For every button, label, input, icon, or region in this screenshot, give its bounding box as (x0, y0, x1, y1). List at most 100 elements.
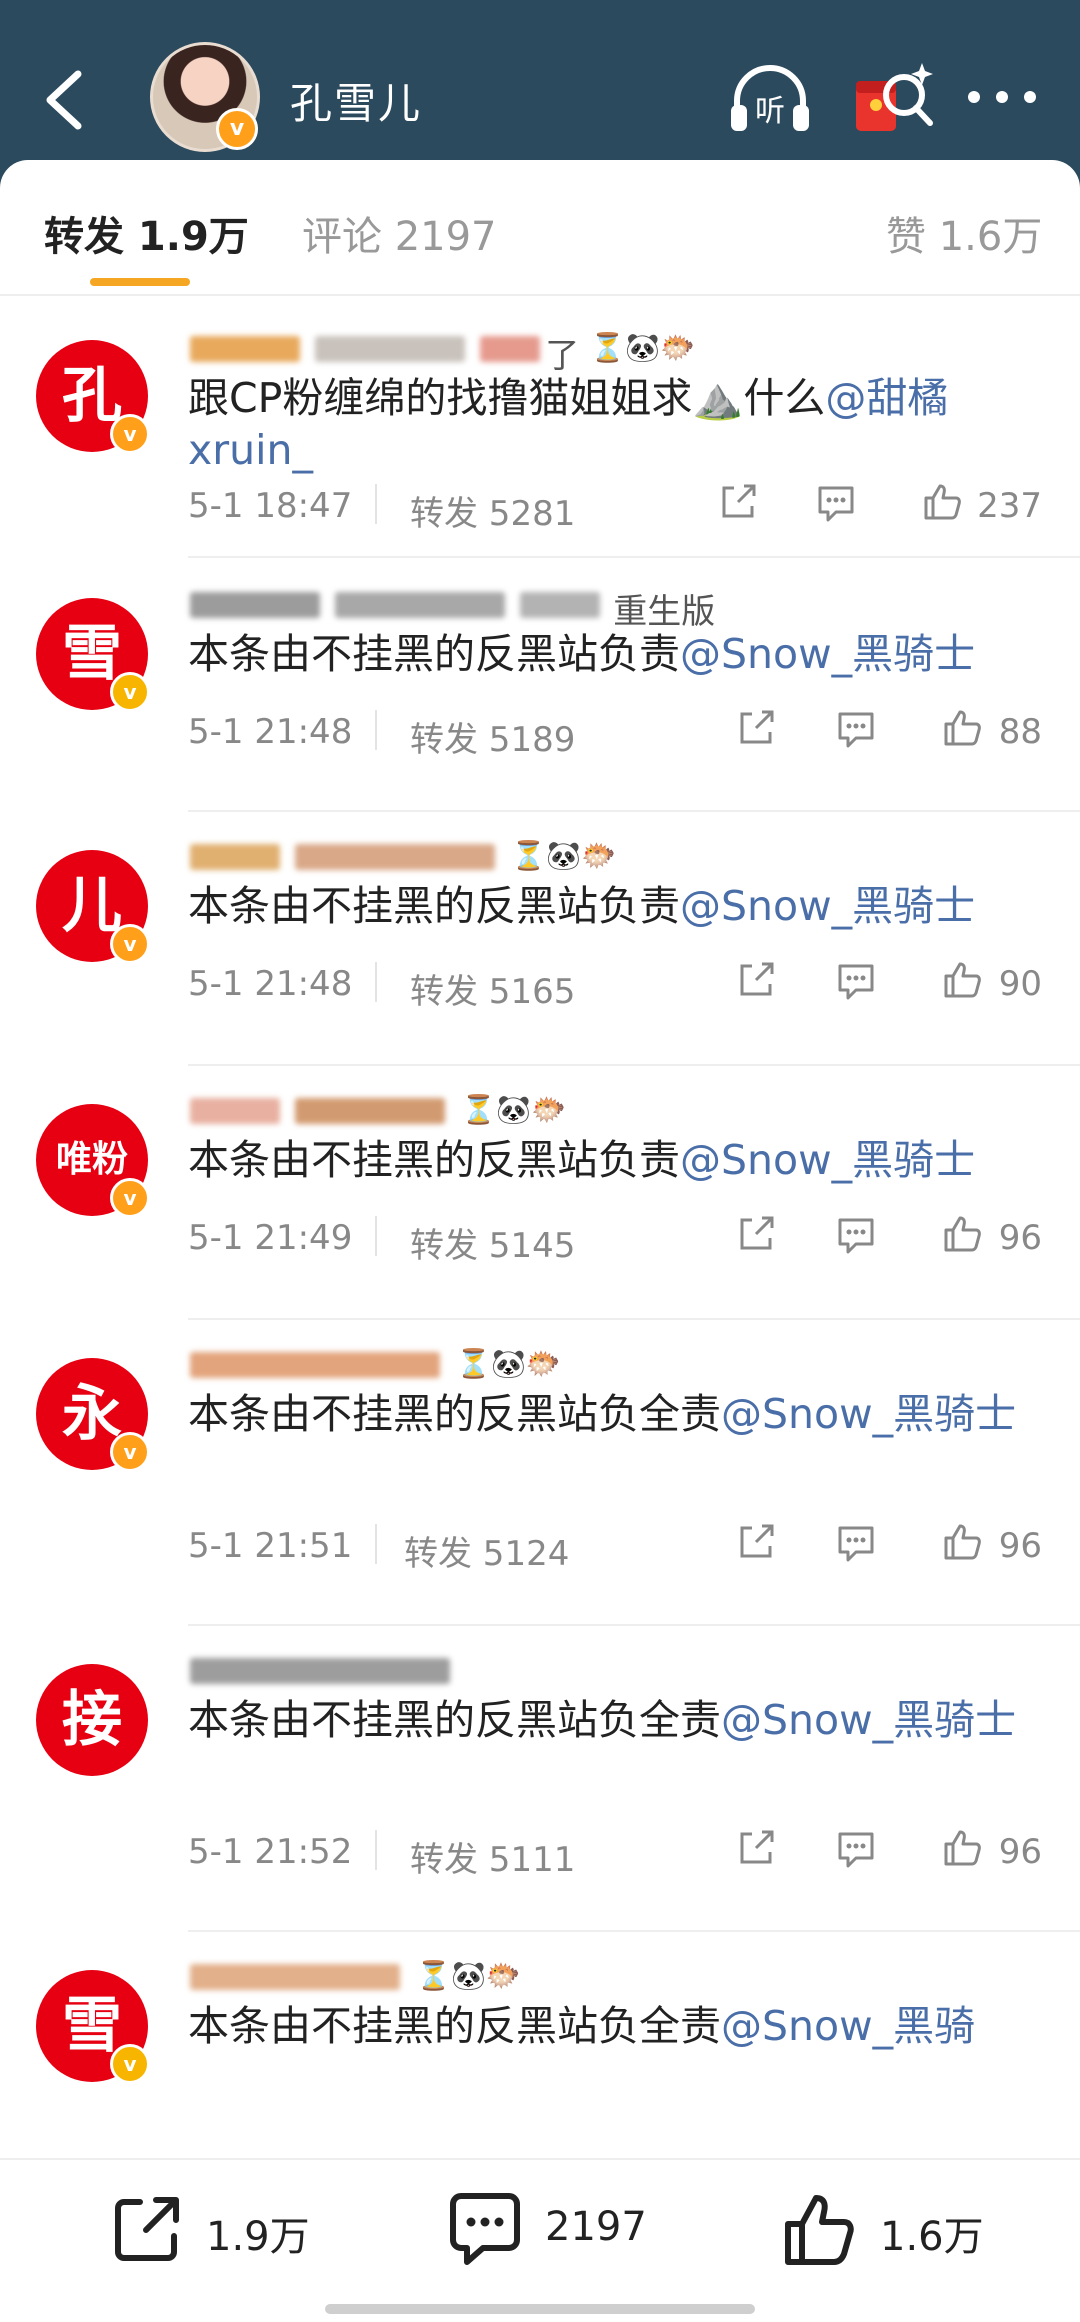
repost-meta: 5-1 21:48 转发 5189 88 (188, 706, 1048, 760)
share-icon[interactable] (734, 1520, 778, 1564)
blurred-nickname (190, 1658, 450, 1684)
nickname-emojis: ⏳🐼🐡 (456, 1347, 561, 1380)
nickname[interactable] (190, 1650, 990, 1690)
nickname[interactable]: ⏳🐼🐡 (190, 1956, 990, 1996)
comment-icon[interactable] (834, 1520, 878, 1564)
like-count-label: 1.6万 (880, 2214, 984, 2260)
mention-link[interactable]: @Snow_黑骑士 (721, 1696, 1016, 1744)
repost-count: 转发 5111 (410, 1840, 576, 1880)
post-time: 5-1 21:48 (188, 712, 353, 752)
tab-reposts[interactable]: 转发 1.9万 (44, 204, 249, 262)
avatar[interactable]: 接 (36, 1664, 148, 1776)
repost-text-content: 本条由不挂黑的反黑站负全责 (188, 2002, 721, 2050)
nickname[interactable]: ⏳🐼🐡 (190, 1090, 990, 1130)
comment-icon[interactable] (814, 480, 858, 524)
repost-text: 本条由不挂黑的反黑站负全责@Snow_黑骑士 (188, 1694, 1048, 1746)
repost-text-content: 跟CP粉缠绵的找撸猫姐姐求⛰️什么 (188, 374, 826, 422)
thumbs-up-icon[interactable] (920, 480, 964, 524)
back-arrow-icon (46, 70, 82, 130)
mention-link[interactable]: @Snow_黑骑士 (680, 630, 975, 678)
share-icon[interactable] (734, 1212, 778, 1256)
repost-item[interactable]: 雪 v 重生版 本条由不挂黑的反黑站负责@Snow_黑骑士 5-1 21:48 … (0, 558, 1080, 812)
blurred-nickname (190, 336, 300, 362)
nickname[interactable]: ⏳🐼🐡 (190, 836, 990, 876)
repost-item[interactable]: 永 v ⏳🐼🐡 本条由不挂黑的反黑站负全责@Snow_黑骑士 5-1 21:51… (0, 1320, 1080, 1626)
comment-icon[interactable] (834, 1212, 878, 1256)
blurred-nickname (190, 1964, 400, 1990)
more-dots-icon (968, 91, 1036, 103)
post-time: 5-1 18:47 (188, 486, 353, 526)
share-icon[interactable] (716, 480, 760, 524)
more-button[interactable] (962, 72, 1042, 122)
repost-meta: 5-1 21:52 转发 5111 96 (188, 1826, 1048, 1880)
repost-count: 转发 5145 (410, 1226, 576, 1266)
like-count: 90 (998, 964, 1042, 1004)
repost-meta: 5-1 21:51 转发 5124 96 (188, 1520, 1048, 1574)
back-button[interactable] (36, 60, 96, 140)
mention-link[interactable]: @Snow_黑骑士 (680, 1136, 975, 1184)
share-icon[interactable] (734, 958, 778, 1002)
nickname-text: 了 (545, 336, 580, 376)
meta-divider (375, 1830, 377, 1870)
blurred-nickname (190, 1352, 440, 1378)
blurred-nickname (190, 844, 280, 870)
thumbs-up-icon[interactable] (940, 1826, 984, 1870)
repost-count-label: 1.9万 (206, 2214, 310, 2260)
thumbs-up-icon[interactable] (940, 706, 984, 750)
nickname[interactable]: 了 ⏳🐼🐡 (190, 328, 990, 376)
red-packet-search-icon (856, 63, 933, 131)
mention-link[interactable]: @Snow_黑骑士 (680, 882, 975, 930)
share-icon[interactable] (734, 1826, 778, 1870)
like-button[interactable]: 1.6万 (780, 2190, 1000, 2270)
repost-text: 本条由不挂黑的反黑站负责@Snow_黑骑士 (188, 1134, 1048, 1186)
meta-divider (375, 710, 377, 750)
repost-count: 转发 5165 (410, 972, 576, 1012)
repost-item[interactable]: 雪 v ⏳🐼🐡 本条由不挂黑的反黑站负全责@Snow_黑骑 (0, 1932, 1080, 2158)
thumbs-up-icon (785, 2195, 854, 2265)
page-title: 孔雪儿 (290, 79, 423, 128)
mention-link[interactable]: @Snow_黑骑 (721, 2002, 975, 2050)
red-packet-button[interactable] (850, 55, 940, 145)
blurred-nickname (295, 844, 496, 870)
repost-text: 本条由不挂黑的反黑站负责@Snow_黑骑士 (188, 628, 1048, 680)
repost-text: 本条由不挂黑的反黑站负全责@Snow_黑骑 (188, 2000, 1048, 2052)
nickname-text: 重生版 (613, 592, 716, 632)
repost-item[interactable]: 接 本条由不挂黑的反黑站负全责@Snow_黑骑士 5-1 21:52 转发 51… (0, 1626, 1080, 1932)
repost-item[interactable]: 唯粉 v ⏳🐼🐡 本条由不挂黑的反黑站负责@Snow_黑骑士 5-1 21:49… (0, 1066, 1080, 1320)
bottom-action-bar: 1.9万 2197 1.6万 (0, 2158, 1080, 2322)
repost-item[interactable]: 儿 v ⏳🐼🐡 本条由不挂黑的反黑站负责@Snow_黑骑士 5-1 21:48 … (0, 812, 1080, 1066)
repost-item[interactable]: 孔 v 了 ⏳🐼🐡 跟CP粉缠绵的找撸猫姐姐求⛰️什么@甜橘xruin_ 5-1… (0, 300, 1080, 558)
tab-comments[interactable]: 评论 2197 (302, 204, 497, 262)
repost-meta: 5-1 21:49 转发 5145 96 (188, 1212, 1048, 1266)
tab-likes[interactable]: 赞 1.6万 (886, 204, 1042, 262)
repost-text: 本条由不挂黑的反黑站负责@Snow_黑骑士 (188, 880, 1048, 932)
repost-meta: 5-1 21:48 转发 5165 90 (188, 958, 1048, 1012)
listen-button[interactable]: 听 (725, 55, 815, 145)
thumbs-up-icon[interactable] (940, 1212, 984, 1256)
thumbs-up-icon[interactable] (940, 1520, 984, 1564)
repost-text-content: 本条由不挂黑的反黑站负责 (188, 1136, 680, 1184)
verified-badge-icon: v (110, 2044, 150, 2084)
share-icon[interactable] (734, 706, 778, 750)
blurred-nickname (190, 1098, 280, 1124)
mention-link[interactable]: @Snow_黑骑士 (721, 1390, 1016, 1438)
nickname-emojis: ⏳🐼🐡 (416, 1959, 521, 1992)
thumbs-up-icon[interactable] (940, 958, 984, 1002)
repost-text-content: 本条由不挂黑的反黑站负全责 (188, 1696, 721, 1744)
comment-icon[interactable] (834, 706, 878, 750)
comment-count-label: 2197 (545, 2204, 647, 2250)
tab-bar: 转发 1.9万 评论 2197 赞 1.6万 (0, 160, 1080, 300)
meta-divider (375, 1524, 377, 1564)
repost-button[interactable]: 1.9万 (110, 2190, 310, 2270)
comment-button[interactable]: 2197 (445, 2190, 655, 2270)
repost-list[interactable]: 孔 v 了 ⏳🐼🐡 跟CP粉缠绵的找撸猫姐姐求⛰️什么@甜橘xruin_ 5-1… (0, 300, 1080, 2158)
comment-icon[interactable] (834, 958, 878, 1002)
nickname[interactable]: 重生版 (190, 584, 990, 632)
post-time: 5-1 21:48 (188, 964, 353, 1004)
listen-label: 听 (755, 94, 785, 129)
meta-divider (375, 484, 377, 524)
comment-icon[interactable] (834, 1826, 878, 1870)
verified-badge-icon: v (110, 1178, 150, 1218)
like-count: 96 (998, 1526, 1042, 1566)
nickname[interactable]: ⏳🐼🐡 (190, 1344, 990, 1384)
